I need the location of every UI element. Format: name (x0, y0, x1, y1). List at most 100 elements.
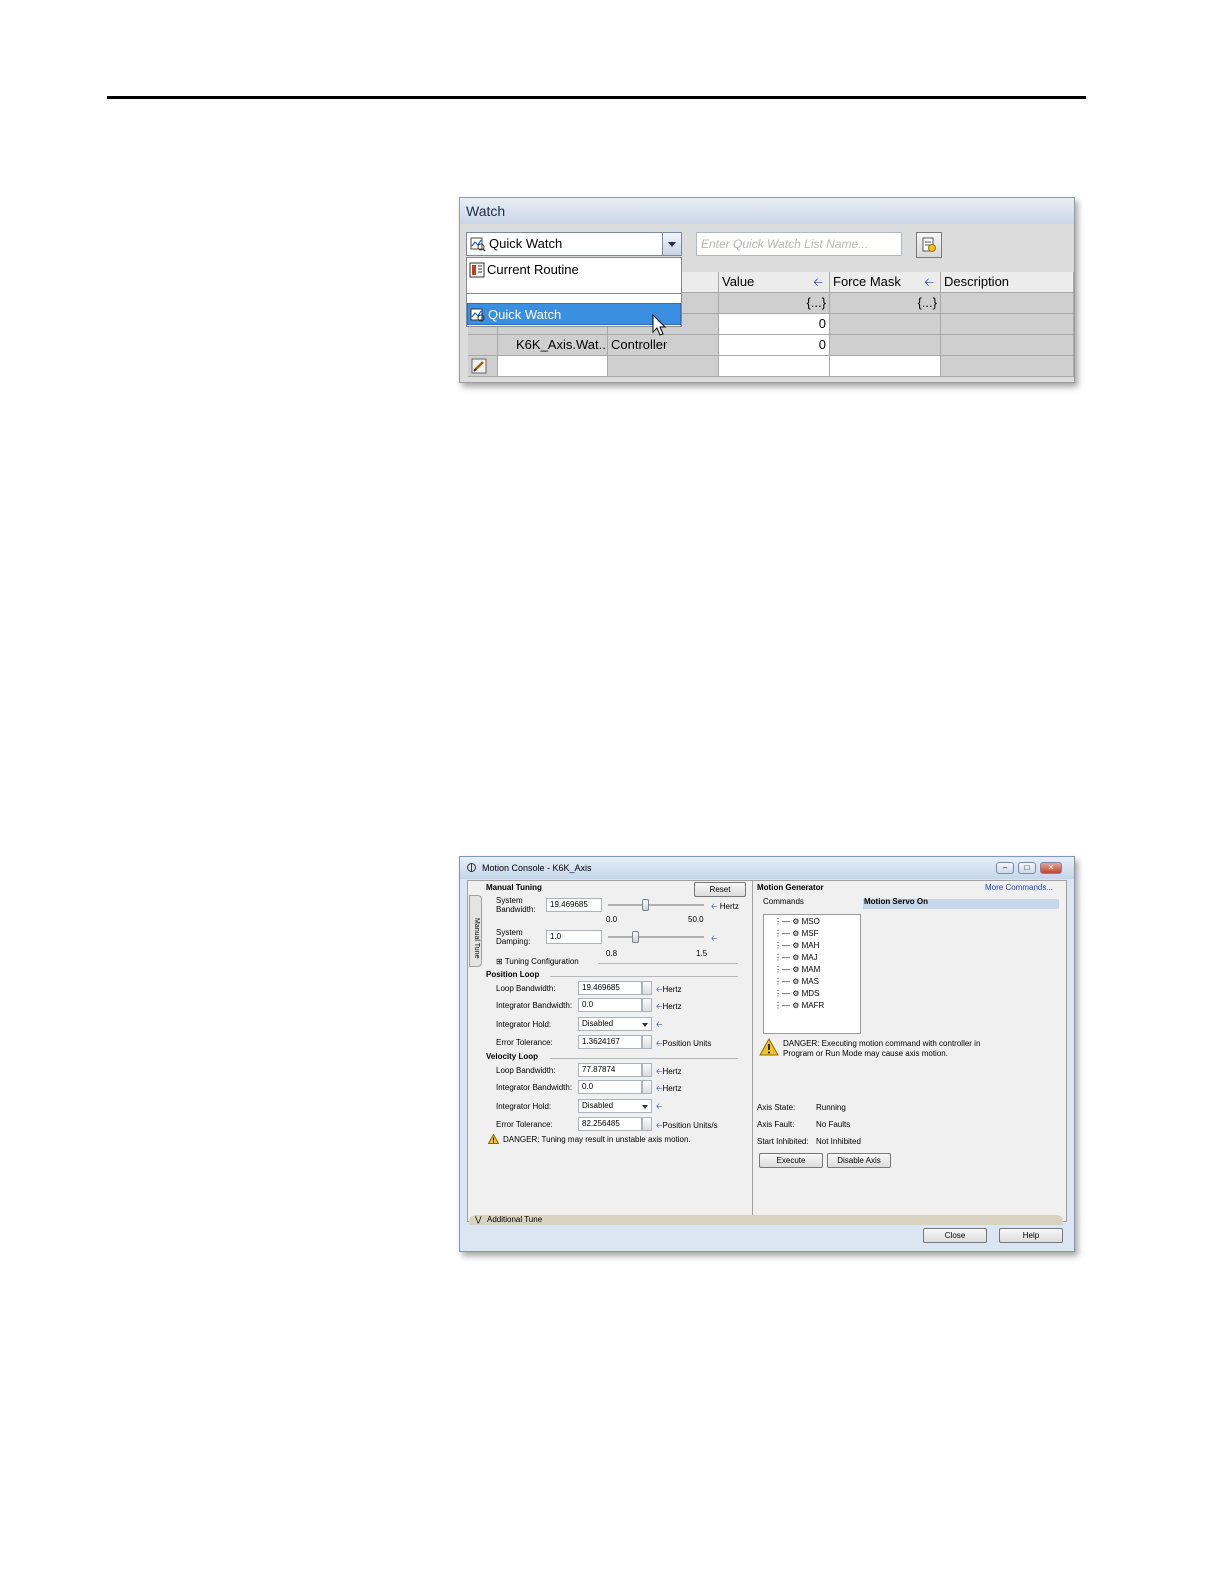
command-item[interactable]: ⋮— ⚙ MDS (774, 989, 819, 998)
command-item[interactable]: ⋮— ⚙ MAS (774, 977, 819, 986)
position-loop-heading: Position Loop (486, 970, 540, 979)
menu-item-current-routine[interactable]: Current Routine (467, 259, 681, 281)
bandwidth-min-label: 0.0 (606, 915, 618, 924)
axis-fault-label: Axis Fault: (757, 1120, 795, 1129)
vl-loop-bandwidth-unit: 🡠Hertz (656, 1067, 682, 1076)
menu-item-quick-watch[interactable]: Quick Watch (467, 303, 681, 325)
vl-error-tolerance-label: Error Tolerance: (496, 1120, 553, 1129)
command-item[interactable]: ⋮— ⚙ MAH (774, 941, 819, 950)
motion-console-titlebar: Motion Console - K6K_Axis – □ ✕ (460, 857, 1074, 879)
value-cell[interactable]: 0 (719, 335, 830, 356)
scope-cell: Controller (608, 335, 719, 356)
pl-integrator-bandwidth-spinner[interactable] (642, 998, 652, 1012)
manual-tuning-heading: Manual Tuning (486, 883, 542, 892)
edit-pencil-icon (468, 356, 498, 377)
new-watch-list-button[interactable] (916, 232, 942, 258)
close-button[interactable]: Close (923, 1228, 987, 1243)
help-button[interactable]: Help (999, 1228, 1063, 1243)
reset-button[interactable]: Reset (694, 882, 746, 897)
restore-button[interactable]: □ (1018, 862, 1036, 874)
motion-danger-line1: DANGER: Executing motion command with co… (783, 1039, 981, 1048)
column-value[interactable]: Value 🡠 (719, 272, 830, 293)
quick-watch-combo[interactable]: Quick Watch (466, 232, 682, 256)
warning-icon (759, 1038, 779, 1056)
minimize-button[interactable]: – (996, 862, 1014, 874)
bandwidth-slider-track (608, 904, 704, 906)
damping-slider-track (608, 936, 704, 938)
command-item[interactable]: ⋮— ⚙ MAM (774, 965, 820, 974)
vl-integrator-bandwidth-unit: 🡠Hertz (656, 1084, 682, 1093)
column-description[interactable]: Description (941, 272, 1074, 293)
velocity-loop-heading: Velocity Loop (486, 1052, 539, 1061)
bandwidth-slider-thumb[interactable] (642, 899, 650, 911)
quick-watch-dropdown-arrow[interactable] (662, 233, 681, 255)
pl-integrator-bandwidth-input[interactable]: 0.0 (578, 998, 642, 1012)
window-title: Motion Console - K6K_Axis (482, 863, 592, 873)
pl-error-tolerance-input[interactable]: 1.3624167 (578, 1035, 642, 1049)
command-item[interactable]: ⋮— ⚙ MAFR (774, 1001, 824, 1010)
pl-integrator-hold-arrow-icon: 🡠 (656, 1020, 663, 1029)
vl-integrator-bandwidth-input[interactable]: 0.0 (578, 1080, 642, 1094)
force-mask-cell[interactable] (830, 314, 941, 335)
section-divider (598, 963, 738, 964)
pl-integrator-hold-label: Integrator Hold: (496, 1020, 552, 1029)
vl-loop-bandwidth-spinner[interactable] (642, 1063, 652, 1077)
additional-tune-bar[interactable]: ⋁ Additional Tune (469, 1215, 1063, 1225)
command-item[interactable]: ⋮— ⚙ MSO (774, 917, 820, 926)
pl-integrator-hold-select[interactable]: Disabled (578, 1017, 652, 1031)
vl-integrator-hold-label: Integrator Hold: (496, 1102, 552, 1111)
motion-generator-heading: Motion Generator (757, 883, 824, 892)
menu-separator (467, 293, 681, 294)
vl-integrator-hold-arrow-icon: 🡠 (656, 1102, 663, 1111)
close-window-button[interactable]: ✕ (1040, 862, 1062, 874)
command-item[interactable]: ⋮— ⚙ MSF (774, 929, 819, 938)
axis-state-label: Axis State: (757, 1103, 796, 1112)
force-mask-cell[interactable]: {...} (830, 293, 941, 314)
pl-loop-bandwidth-unit: 🡠Hertz (656, 985, 682, 994)
vl-error-tolerance-input[interactable]: 82.256485 (578, 1117, 642, 1131)
quick-watch-icon (470, 237, 486, 252)
vl-error-tolerance-unit: 🡠Position Units/s (656, 1121, 718, 1130)
value-cell[interactable]: {...} (719, 293, 830, 314)
motion-danger-line2: Program or Run Mode may cause axis motio… (783, 1049, 948, 1058)
tag-name-cell[interactable]: K6K_Axis.Wat... (498, 335, 608, 356)
axis-fault-value: No Faults (816, 1120, 851, 1129)
system-bandwidth-unit: 🡠 Hertz (711, 902, 739, 911)
value-cell[interactable]: 0 (719, 314, 830, 335)
command-item[interactable]: ⋮— ⚙ MAJ (774, 953, 818, 962)
pl-loop-bandwidth-label: Loop Bandwidth: (496, 984, 556, 993)
more-commands-link[interactable]: More Commands... (985, 883, 1053, 892)
vl-loop-bandwidth-input[interactable]: 77.87874 (578, 1063, 642, 1077)
command-tree: ⋮— ⚙ MSO ⋮— ⚙ MSF ⋮— ⚙ MAH ⋮— ⚙ MAJ ⋮— ⚙… (763, 914, 861, 1034)
execute-button[interactable]: Execute (759, 1153, 823, 1168)
pl-loop-bandwidth-spinner[interactable] (642, 981, 652, 995)
column-force-mask[interactable]: Force Mask 🡠 (830, 272, 941, 293)
vl-integrator-hold-select[interactable]: Disabled (578, 1099, 652, 1113)
pl-loop-bandwidth-input[interactable]: 19.469685 (578, 981, 642, 995)
panel-divider (752, 881, 753, 1217)
pl-error-tolerance-spinner[interactable] (642, 1035, 652, 1049)
pl-error-tolerance-label: Error Tolerance: (496, 1038, 553, 1047)
tuning-configuration-toggle[interactable]: ⊞ Tuning Configuration (496, 957, 579, 966)
system-bandwidth-input[interactable]: 19.469685 (546, 898, 602, 912)
pl-error-tolerance-unit: 🡠Position Units (656, 1039, 712, 1048)
quick-watch-dropdown-menu: Current Routine Quick Watch (466, 257, 682, 327)
force-mask-cell[interactable] (830, 335, 941, 356)
new-list-icon (922, 237, 936, 252)
vl-error-tolerance-spinner[interactable] (642, 1117, 652, 1131)
system-damping-label: System Damping: (496, 928, 531, 946)
damping-slider-thumb[interactable] (632, 931, 640, 943)
section-divider (550, 976, 738, 977)
system-damping-input[interactable]: 1.0 (546, 930, 602, 944)
manual-tune-side-tab[interactable]: Manual Tune (469, 895, 482, 967)
page-header-rule (107, 96, 1086, 99)
disable-axis-button[interactable]: Disable Axis (827, 1153, 891, 1168)
selected-command-name: Motion Servo On (864, 897, 928, 906)
quick-watch-name-input[interactable]: Enter Quick Watch List Name... (696, 232, 902, 256)
warning-icon (488, 1134, 499, 1144)
pl-integrator-bandwidth-label: Integrator Bandwidth: (496, 1001, 573, 1010)
watch-window: Watch Quick Watch Enter Quick Watch List… (459, 197, 1075, 383)
vl-integrator-bandwidth-spinner[interactable] (642, 1080, 652, 1094)
vl-loop-bandwidth-label: Loop Bandwidth: (496, 1066, 556, 1075)
chevron-down-icon: ⋁ (475, 1215, 482, 1224)
